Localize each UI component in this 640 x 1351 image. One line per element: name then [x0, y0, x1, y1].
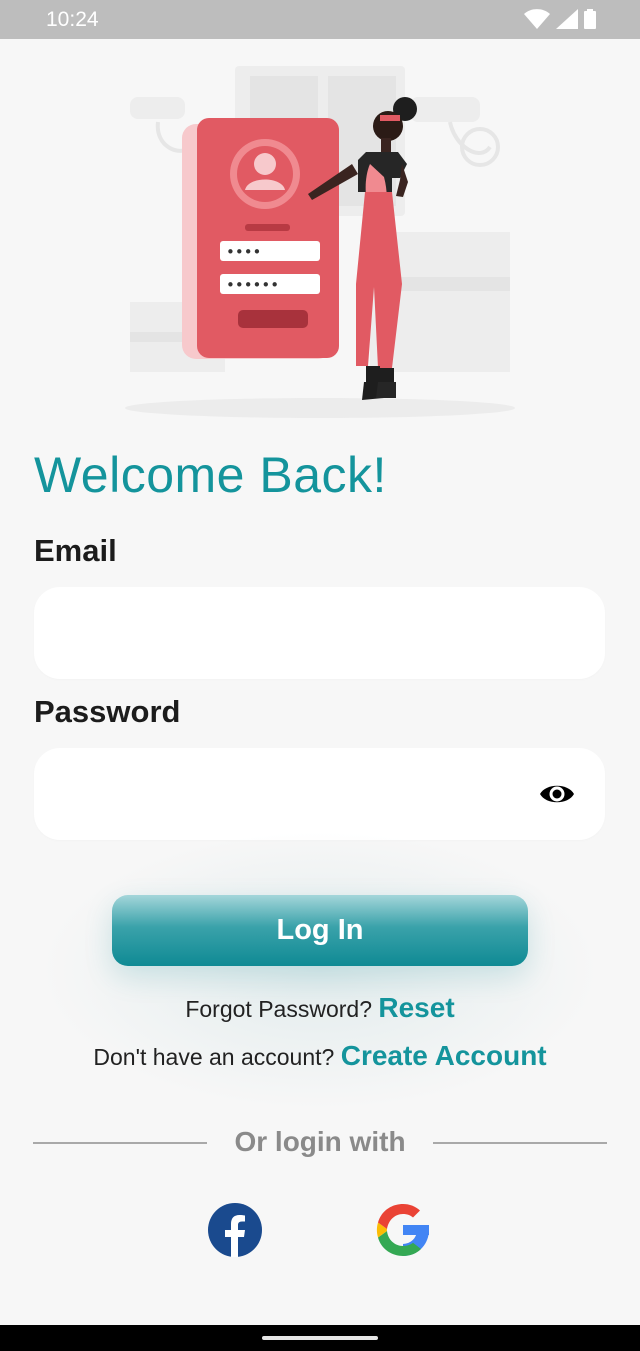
home-gesture-handle[interactable] — [262, 1336, 378, 1340]
signal-icon — [556, 9, 578, 29]
page-title: Welcome Back! — [34, 447, 387, 503]
login-button[interactable]: Log In — [112, 895, 528, 966]
login-illustration: •••• •••••• — [125, 66, 515, 418]
password-mask-text: •••••• — [226, 276, 279, 294]
google-icon[interactable] — [376, 1203, 430, 1257]
forgot-password-row: Forgot Password? Reset — [0, 992, 640, 1024]
password-label: Password — [34, 694, 181, 729]
status-time: 10:24 — [46, 8, 99, 31]
battery-icon — [584, 9, 596, 29]
email-field[interactable] — [58, 587, 542, 681]
forgot-password-text: Forgot Password? — [185, 996, 379, 1022]
pin-mask-text: •••• — [226, 243, 261, 261]
create-account-row: Don't have an account? Create Account — [0, 1040, 640, 1072]
email-field-container[interactable] — [34, 587, 605, 681]
status-bar: 10:24 — [0, 0, 640, 39]
create-account-link[interactable]: Create Account — [341, 1040, 547, 1071]
divider-right — [433, 1142, 607, 1144]
status-icons — [524, 9, 596, 29]
no-account-text: Don't have an account? — [93, 1044, 341, 1070]
email-label: Email — [34, 533, 117, 568]
eye-icon[interactable] — [539, 779, 575, 809]
reset-link[interactable]: Reset — [378, 992, 454, 1023]
wifi-icon — [524, 9, 550, 29]
navigation-bar — [0, 1325, 640, 1351]
password-field[interactable] — [58, 748, 542, 842]
password-field-container[interactable] — [34, 748, 605, 842]
facebook-icon[interactable] — [208, 1203, 262, 1257]
